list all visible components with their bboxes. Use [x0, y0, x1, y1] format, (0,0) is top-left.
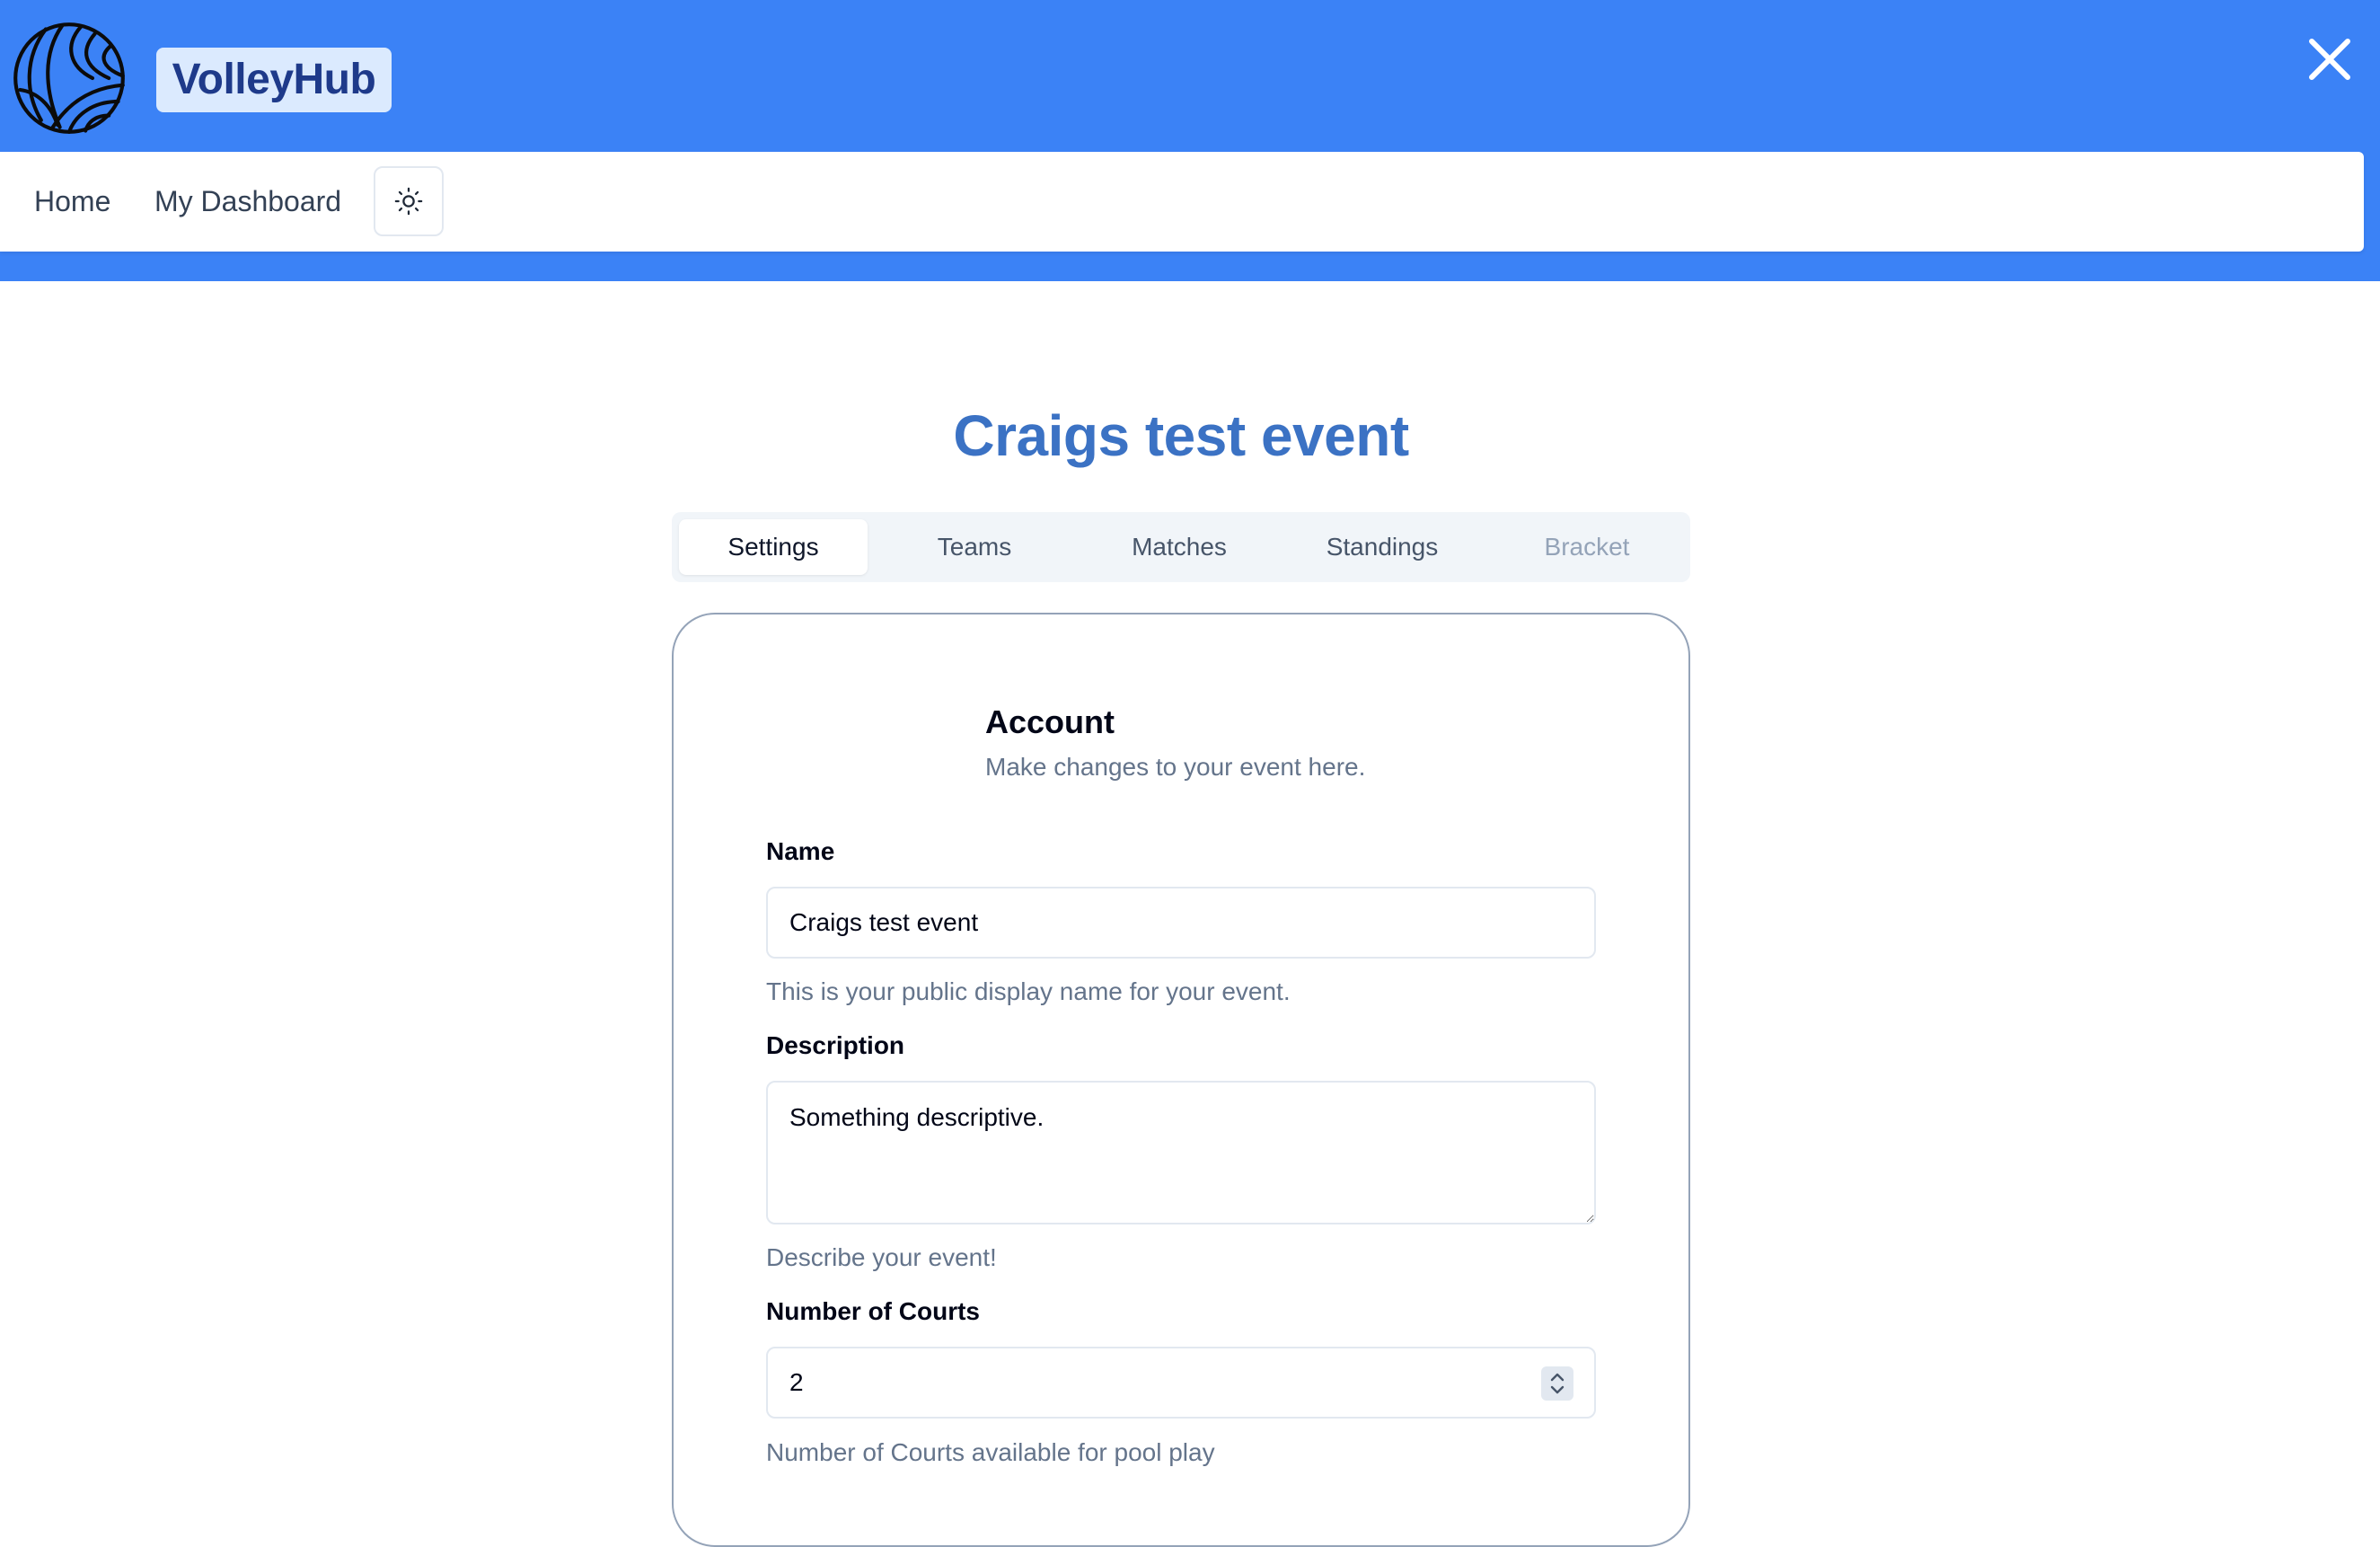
courts-stepper[interactable] [1541, 1366, 1573, 1401]
stepper-chevrons-icon [1550, 1373, 1565, 1394]
tab-bracket: Bracket [1544, 533, 1630, 561]
card-subtitle: Make changes to your event here. [985, 753, 1366, 781]
name-input[interactable] [766, 887, 1596, 959]
description-textarea[interactable]: Something descriptive. [766, 1081, 1596, 1224]
description-help-text: Describe your event! [766, 1243, 997, 1271]
courts-help-text: Number of Courts available for pool play [766, 1438, 1215, 1466]
tab-teams[interactable]: Teams [880, 519, 1069, 575]
theme-toggle-button[interactable] [374, 166, 444, 236]
close-icon[interactable] [2305, 34, 2355, 84]
brand-name[interactable]: VolleyHub [156, 48, 392, 112]
main-navigation: Home My Dashboard [0, 152, 2364, 252]
courts-label: Number of Courts [766, 1297, 980, 1325]
volleyball-icon[interactable] [11, 20, 128, 137]
event-tabs: Settings Teams Matches Standings Bracket [672, 512, 1690, 582]
tab-matches[interactable]: Matches [1085, 519, 1274, 575]
name-label: Name [766, 837, 835, 865]
header-bar: VolleyHub Home My Dashboard [0, 0, 2380, 281]
sun-icon [394, 187, 423, 216]
tab-settings[interactable]: Settings [679, 519, 868, 575]
nav-home-link[interactable]: Home [34, 152, 110, 252]
name-help-text: This is your public display name for you… [766, 977, 1291, 1005]
nav-dashboard-link[interactable]: My Dashboard [154, 152, 341, 252]
page-title: Craigs test event [953, 403, 1409, 468]
description-label: Description [766, 1031, 905, 1059]
courts-number-input[interactable] [766, 1347, 1596, 1419]
tab-standings[interactable]: Standings [1288, 519, 1476, 575]
card-title: Account [985, 703, 1115, 740]
